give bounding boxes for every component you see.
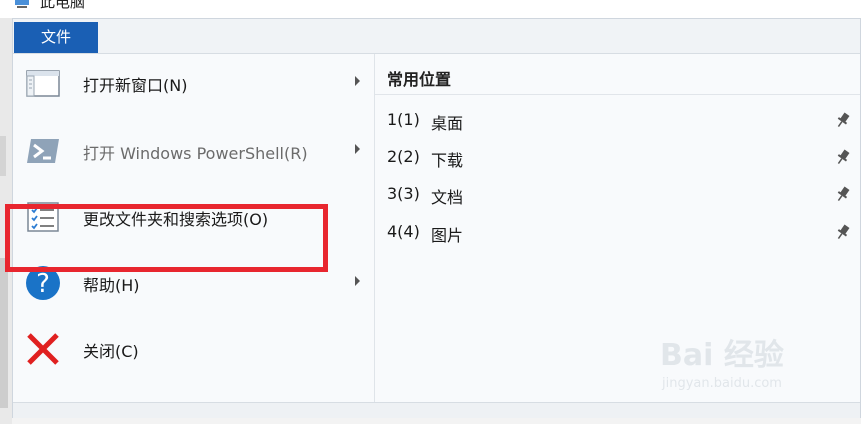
- pin-icon[interactable]: [835, 185, 851, 203]
- menu-item-open-powershell[interactable]: 打开 Windows PowerShell(R): [13, 122, 374, 178]
- menu-item-close[interactable]: 关闭(C): [13, 320, 374, 376]
- place-number: 4(4): [387, 222, 420, 241]
- place-name: 下载: [431, 151, 464, 170]
- menu-item-open-new-window[interactable]: 打开新窗口(N): [13, 54, 374, 110]
- submenu-arrow-icon: [355, 144, 360, 154]
- place-name: 图片: [431, 226, 464, 245]
- new-window-icon: [26, 70, 60, 97]
- close-icon: [27, 333, 59, 365]
- menu-item-help[interactable]: ? 帮助(H): [13, 254, 374, 310]
- help-icon: ?: [26, 266, 60, 300]
- powershell-icon: [27, 139, 59, 163]
- navigation-strip: [0, 18, 12, 424]
- menu-item-label: 关闭(C): [83, 342, 139, 361]
- place-number: 1(1): [387, 110, 420, 129]
- place-item-documents[interactable]: 3(3) 文档: [375, 176, 860, 213]
- folder-options-icon: [27, 202, 59, 232]
- place-item-pictures[interactable]: 4(4) 图片: [375, 214, 860, 251]
- place-number: 2(2): [387, 147, 420, 166]
- svg-text:?: ?: [36, 269, 50, 299]
- menu-item-label: 更改文件夹和搜索选项(O): [83, 210, 269, 229]
- nav-collapse-arrow[interactable]: [0, 136, 6, 176]
- watermark-url: jingyan.baidu.com: [662, 376, 782, 391]
- menu-item-label: 帮助(H): [83, 276, 140, 295]
- file-menu-commands: 打开新窗口(N) 打开 Windows PowerShell(R) 更改文件夹和…: [5, 54, 375, 402]
- window-title: 此电脑: [40, 0, 86, 11]
- submenu-arrow-icon: [355, 76, 360, 86]
- submenu-arrow-icon: [355, 276, 360, 286]
- this-pc-icon: [15, 0, 29, 8]
- place-item-desktop[interactable]: 1(1) 桌面: [375, 102, 860, 139]
- menu-item-label: 打开 Windows PowerShell(R): [83, 144, 308, 163]
- pin-icon[interactable]: [835, 223, 851, 241]
- place-item-downloads[interactable]: 2(2) 下载: [375, 139, 860, 176]
- watermark-logo-text: Bai 经验: [660, 338, 784, 373]
- place-name: 文档: [431, 188, 464, 207]
- divider: [375, 94, 860, 95]
- file-tab[interactable]: 文件: [14, 22, 98, 53]
- menu-item-folder-options[interactable]: 更改文件夹和搜索选项(O): [13, 188, 374, 244]
- pin-icon[interactable]: [835, 111, 851, 129]
- frequent-places-title: 常用位置: [387, 70, 452, 89]
- nav-scrollbar[interactable]: [0, 258, 8, 408]
- pin-icon[interactable]: [835, 148, 851, 166]
- title-bar: 此电脑: [0, 0, 861, 18]
- menu-bar: 文件: [13, 19, 860, 54]
- baidu-watermark: Bai 经验 jingyan.baidu.com: [660, 330, 850, 410]
- place-number: 3(3): [387, 184, 420, 203]
- menu-item-label: 打开新窗口(N): [83, 76, 188, 95]
- place-name: 桌面: [431, 114, 464, 133]
